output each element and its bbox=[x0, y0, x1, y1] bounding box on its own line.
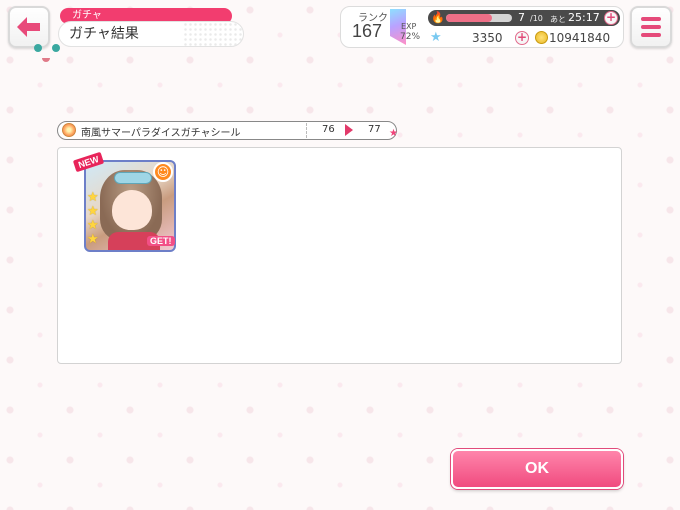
back-arrow-icon bbox=[17, 17, 40, 37]
menu-button[interactable] bbox=[630, 6, 672, 48]
stamina-time-label: あと bbox=[550, 15, 566, 24]
stamina-max: /10 bbox=[530, 14, 543, 23]
flame-icon: 🔥 bbox=[431, 11, 445, 24]
star-currency-value: 3350 bbox=[472, 31, 503, 45]
arrow-right-icon bbox=[345, 124, 353, 136]
back-button[interactable] bbox=[8, 6, 50, 48]
stamina-add-button[interactable]: + bbox=[604, 11, 618, 25]
stamina-recovery-time: 25:17 bbox=[568, 11, 600, 24]
coin-value: 10941840 bbox=[549, 31, 611, 45]
exp-label: EXP bbox=[401, 22, 417, 31]
gacha-badge-icon bbox=[62, 123, 76, 137]
page-title-text: ガチャ結果 bbox=[69, 26, 139, 42]
coin-icon bbox=[535, 31, 548, 44]
exp-value: 72% bbox=[400, 32, 421, 42]
rarity-star-icon: ★ bbox=[87, 218, 99, 233]
star-currency-icon: ★ bbox=[430, 30, 442, 45]
stamina-fill bbox=[446, 14, 493, 22]
page-title-block: ガチャ ガチャ結果 bbox=[58, 8, 248, 48]
stamina-current: 7 bbox=[518, 11, 525, 24]
rank-value: 167 bbox=[352, 21, 383, 41]
gacha-count-after: 77 bbox=[368, 124, 381, 135]
ok-button[interactable]: OK bbox=[451, 449, 623, 489]
stamina-track bbox=[446, 14, 512, 22]
rarity-star-icon: ★ bbox=[87, 204, 99, 219]
smile-icon: ☺ bbox=[153, 162, 173, 182]
gacha-divider bbox=[306, 123, 307, 138]
gacha-name: 南風サマーパラダイスガチャシール bbox=[81, 128, 241, 139]
menu-icon bbox=[641, 17, 661, 21]
rarity-star-icon: ★ bbox=[87, 190, 99, 205]
get-badge: GET! bbox=[147, 236, 175, 246]
rarity-star-icon: ★ bbox=[87, 232, 99, 247]
small-star-icon: ★ bbox=[389, 128, 398, 139]
card-rarity-stars: ★ ★ ★ ★ bbox=[87, 191, 99, 246]
star-add-button[interactable]: + bbox=[515, 31, 529, 45]
gacha-count-before: 76 bbox=[322, 124, 335, 135]
page-title: ガチャ結果 bbox=[58, 21, 244, 47]
